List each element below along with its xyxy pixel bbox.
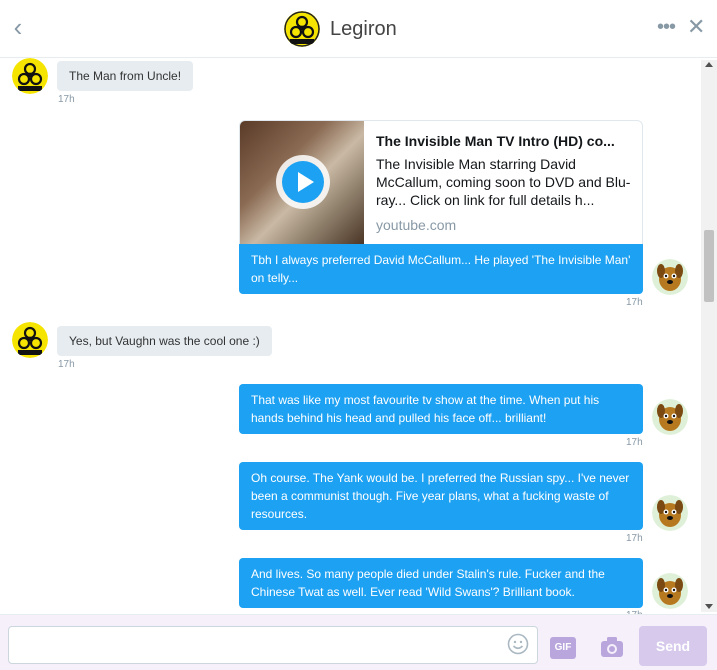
message-timestamp: 17h — [626, 297, 643, 308]
card-domain: youtube.com — [376, 217, 457, 233]
smiley-icon[interactable] — [507, 633, 529, 655]
biohazard-avatar[interactable] — [12, 58, 48, 94]
camera-icon[interactable] — [599, 635, 625, 659]
biohazard-avatar[interactable] — [12, 322, 48, 358]
incoming-message-bubble[interactable]: The Man from Uncle! — [57, 61, 194, 91]
outgoing-message-bubble[interactable]: Tbh I always preferred David McCallum...… — [239, 244, 643, 294]
dog-avatar[interactable] — [652, 399, 688, 435]
gif-icon[interactable]: GIF — [550, 637, 576, 659]
message-timestamp: 17h — [626, 533, 643, 544]
link-preview-card[interactable]: The Invisible Man TV Intro (HD) co... Th… — [239, 120, 643, 244]
card-title[interactable]: The Invisible Man TV Intro (HD) co... — [376, 133, 634, 149]
outgoing-message-bubble[interactable]: Oh course. The Yank would be. I preferre… — [239, 462, 643, 530]
dog-avatar[interactable] — [652, 573, 688, 609]
scroll-down-arrow-icon[interactable] — [705, 604, 713, 609]
incoming-message-bubble[interactable]: Yes, but Vaughn was the cool one :) — [57, 326, 272, 356]
message-timestamp: 17h — [58, 94, 75, 105]
more-dots-icon[interactable]: ••• — [657, 17, 679, 38]
scrollbar-thumb[interactable] — [704, 230, 714, 302]
message-list[interactable]: The Man from Uncle! 17h The Invisible Ma… — [0, 58, 717, 614]
conversation-title-group[interactable]: Legiron — [284, 10, 397, 48]
close-icon[interactable]: ✕ — [687, 16, 707, 38]
outgoing-message-bubble[interactable]: And lives. So many people died under Sta… — [239, 558, 643, 608]
outgoing-message-bubble[interactable]: That was like my most favourite tv show … — [239, 384, 643, 434]
send-button[interactable]: Send — [639, 626, 707, 666]
message-input[interactable] — [8, 626, 538, 664]
dog-avatar[interactable] — [652, 495, 688, 531]
card-description: The Invisible Man starring David McCallu… — [376, 156, 631, 208]
message-timestamp: 17h — [626, 437, 643, 448]
conversation-header: ‹ Legiron ••• ✕ — [0, 0, 717, 58]
message-timestamp: 17h — [58, 359, 75, 370]
conversation-title[interactable]: Legiron — [330, 18, 397, 41]
video-thumbnail[interactable] — [240, 121, 364, 244]
back-chevron-icon[interactable]: ‹ — [6, 14, 30, 42]
message-composer: GIF Send — [0, 614, 717, 670]
dog-avatar[interactable] — [652, 259, 688, 295]
play-icon[interactable] — [276, 155, 330, 209]
scroll-up-arrow-icon[interactable] — [705, 62, 713, 67]
biohazard-avatar[interactable] — [284, 11, 320, 47]
scrollbar[interactable] — [701, 60, 717, 612]
dm-conversation-window: ‹ Legiron ••• ✕ The Man from Uncle! 17h … — [0, 0, 717, 670]
